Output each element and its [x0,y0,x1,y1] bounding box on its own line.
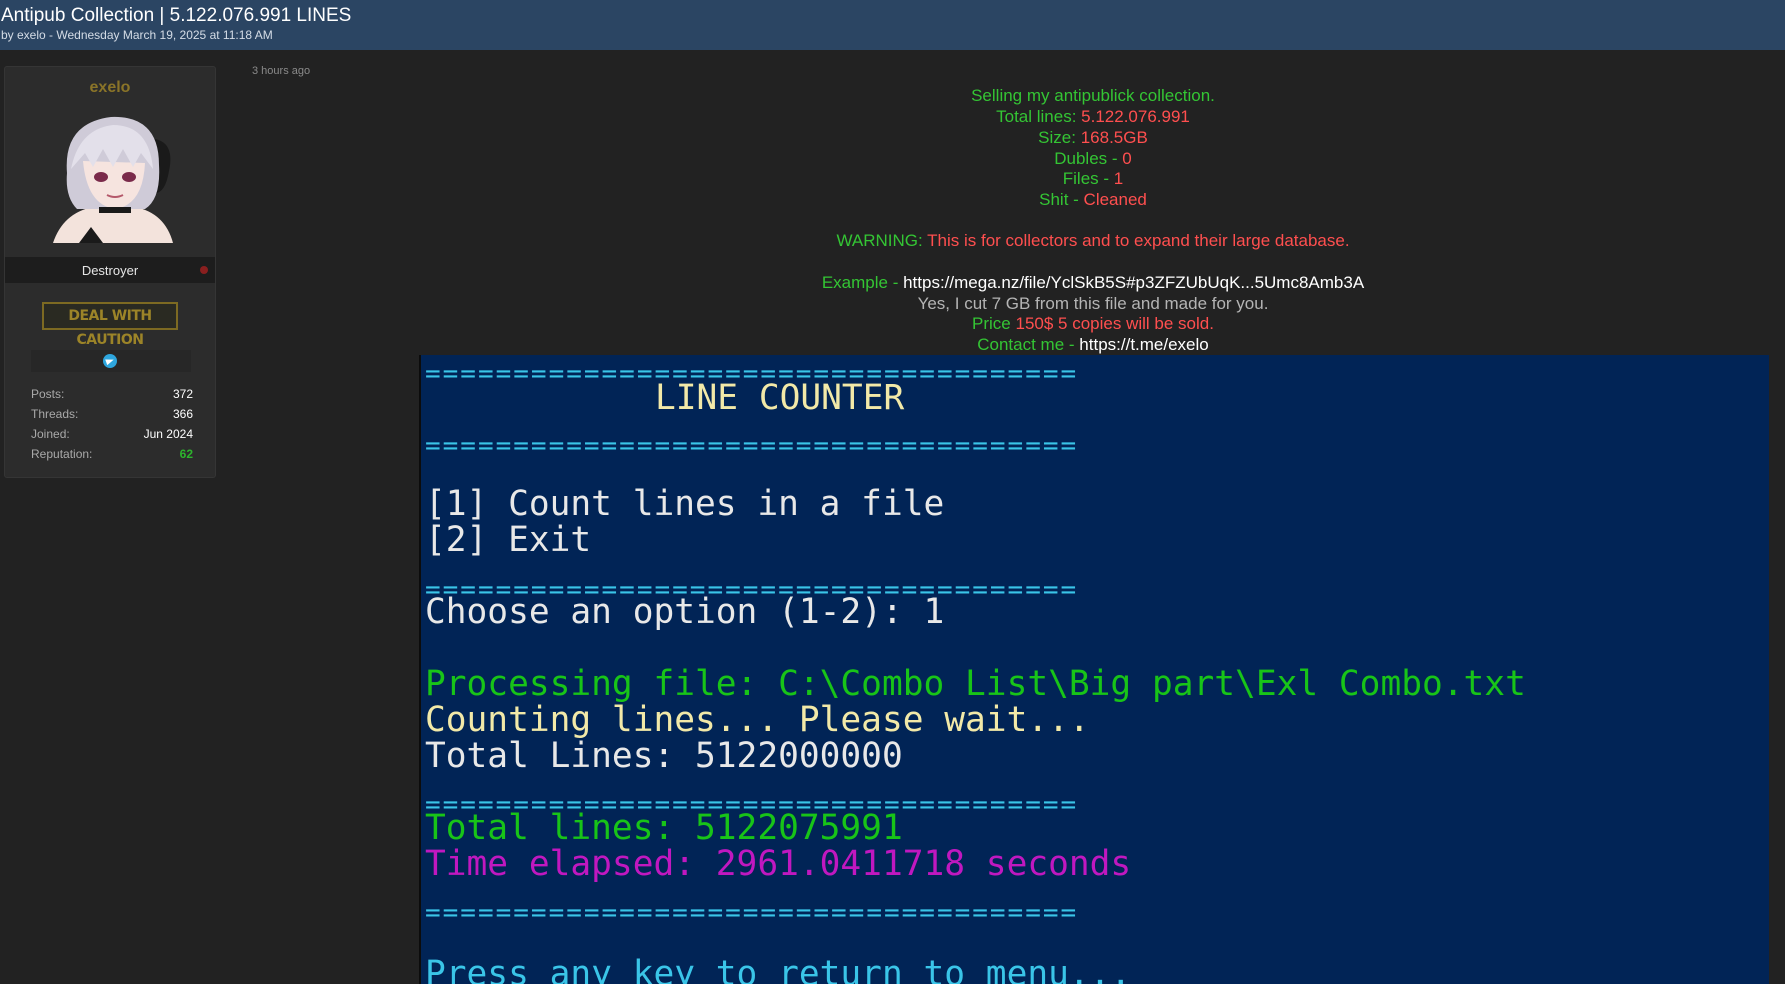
example-label: Example - [821,273,899,292]
stat-value: Jun 2024 [143,427,193,441]
example-link[interactable]: https://mega.nz/file/YclSkB5S#p3ZFZUbUqK… [903,273,1364,292]
total-lines-value: 5.122.076.991 [1081,107,1190,126]
total-lines-label: Total lines: [996,107,1077,126]
post-timestamp: 3 hours ago [252,65,311,77]
dubles-label: Dubles - [1054,149,1118,168]
contact-row [31,350,191,372]
shit-value: Cleaned [1083,190,1147,209]
price-label: Price [972,314,1011,333]
post-size: Size: 168.5GB [420,128,1766,148]
status-dot-icon [200,266,208,274]
console-header: LINE COUNTER [655,378,905,418]
console-screenshot[interactable]: ===================================== LI… [421,355,1769,984]
stat-label: Threads: [31,407,79,421]
stat-reputation: Reputation: 62 [31,445,193,465]
stat-posts: Posts: 372 [31,385,193,405]
console-processing: Processing file: C:\Combo List\Big part\… [425,664,1526,704]
contact-label: Contact me - [977,335,1075,354]
dubles-value: 0 [1122,149,1132,168]
deal-with-caution-badge: DEAL WITH CAUTION [42,302,178,348]
files-label: Files - [1062,169,1110,188]
telegram-icon[interactable] [103,354,117,368]
post-contact: Contact me - https://t.me/exelo [420,335,1766,355]
post-total-lines: Total lines: 5.122.076.991 [420,107,1766,127]
post-example: Example - https://mega.nz/file/YclSkB5S#… [420,273,1766,293]
post-warning: WARNING: This is for collectors and to e… [420,231,1766,251]
user-rank: Destroyer [81,263,139,278]
warning-text: This is for collectors and to expand the… [927,231,1350,250]
post-files: Files - 1 [420,169,1766,189]
console-option-2: [2] Exit [425,520,592,560]
contact-link[interactable]: https://t.me/exelo [1079,335,1208,354]
thread-title: Antipub Collection | 5.122.076.991 LINES [1,5,352,26]
shit-label: Shit - [1039,190,1079,209]
thread-byline: by exelo - Wednesday March 19, 2025 at 1… [1,28,273,42]
console-separator: ===================================== [425,431,1079,461]
cut-note-text: Yes, I cut 7 GB from this file and made … [917,294,1269,313]
rank-bar: Destroyer [5,257,215,283]
price-text: 150$ 5 copies will be sold. [1015,314,1214,333]
stat-value: 372 [172,387,193,401]
user-stats: Posts: 372 Threads: 366 Joined: Jun 2024… [31,385,193,465]
user-card: exelo Destroyer DEAL WITH CAUTION Posts:… [4,66,216,478]
thread-header: Antipub Collection | 5.122.076.991 LINES… [0,0,1785,50]
avatar[interactable] [43,109,183,243]
console-separator: ===================================== [425,898,1079,928]
stat-joined: Joined: Jun 2024 [31,425,193,445]
size-label: Size: [1038,128,1076,147]
files-value: 1 [1113,169,1124,188]
stat-label: Reputation: [31,447,93,461]
warning-label: WARNING: [836,231,923,250]
intro-text: Selling my antipublick collection. [971,86,1215,105]
size-value: 168.5GB [1080,128,1148,147]
console-total-estimate: Total Lines: 5122000000 [425,736,903,776]
console-total-lines: Total lines: 5122075991 [425,808,903,848]
console-option-1: [1] Count lines in a file [425,484,945,524]
stat-value: 366 [172,407,193,421]
console-counting: Counting lines... Please wait... [425,700,1090,740]
stat-label: Joined: [31,427,70,441]
post-dubles: Dubles - 0 [420,149,1766,169]
post-intro: Selling my antipublick collection. [420,86,1766,106]
post-cut-note: Yes, I cut 7 GB from this file and made … [420,294,1766,314]
console-press-key: Press any key to return to menu... [425,954,1132,984]
console-choose: Choose an option (1-2): 1 [425,592,945,632]
stat-value: 62 [179,447,193,461]
username-link[interactable]: exelo [5,79,215,97]
stat-threads: Threads: 366 [31,405,193,425]
post-shit: Shit - Cleaned [420,190,1766,210]
post-price: Price 150$ 5 copies will be sold. [420,314,1766,334]
stat-label: Posts: [31,387,65,401]
console-time-elapsed: Time elapsed: 2961.0411718 seconds [425,844,1132,884]
